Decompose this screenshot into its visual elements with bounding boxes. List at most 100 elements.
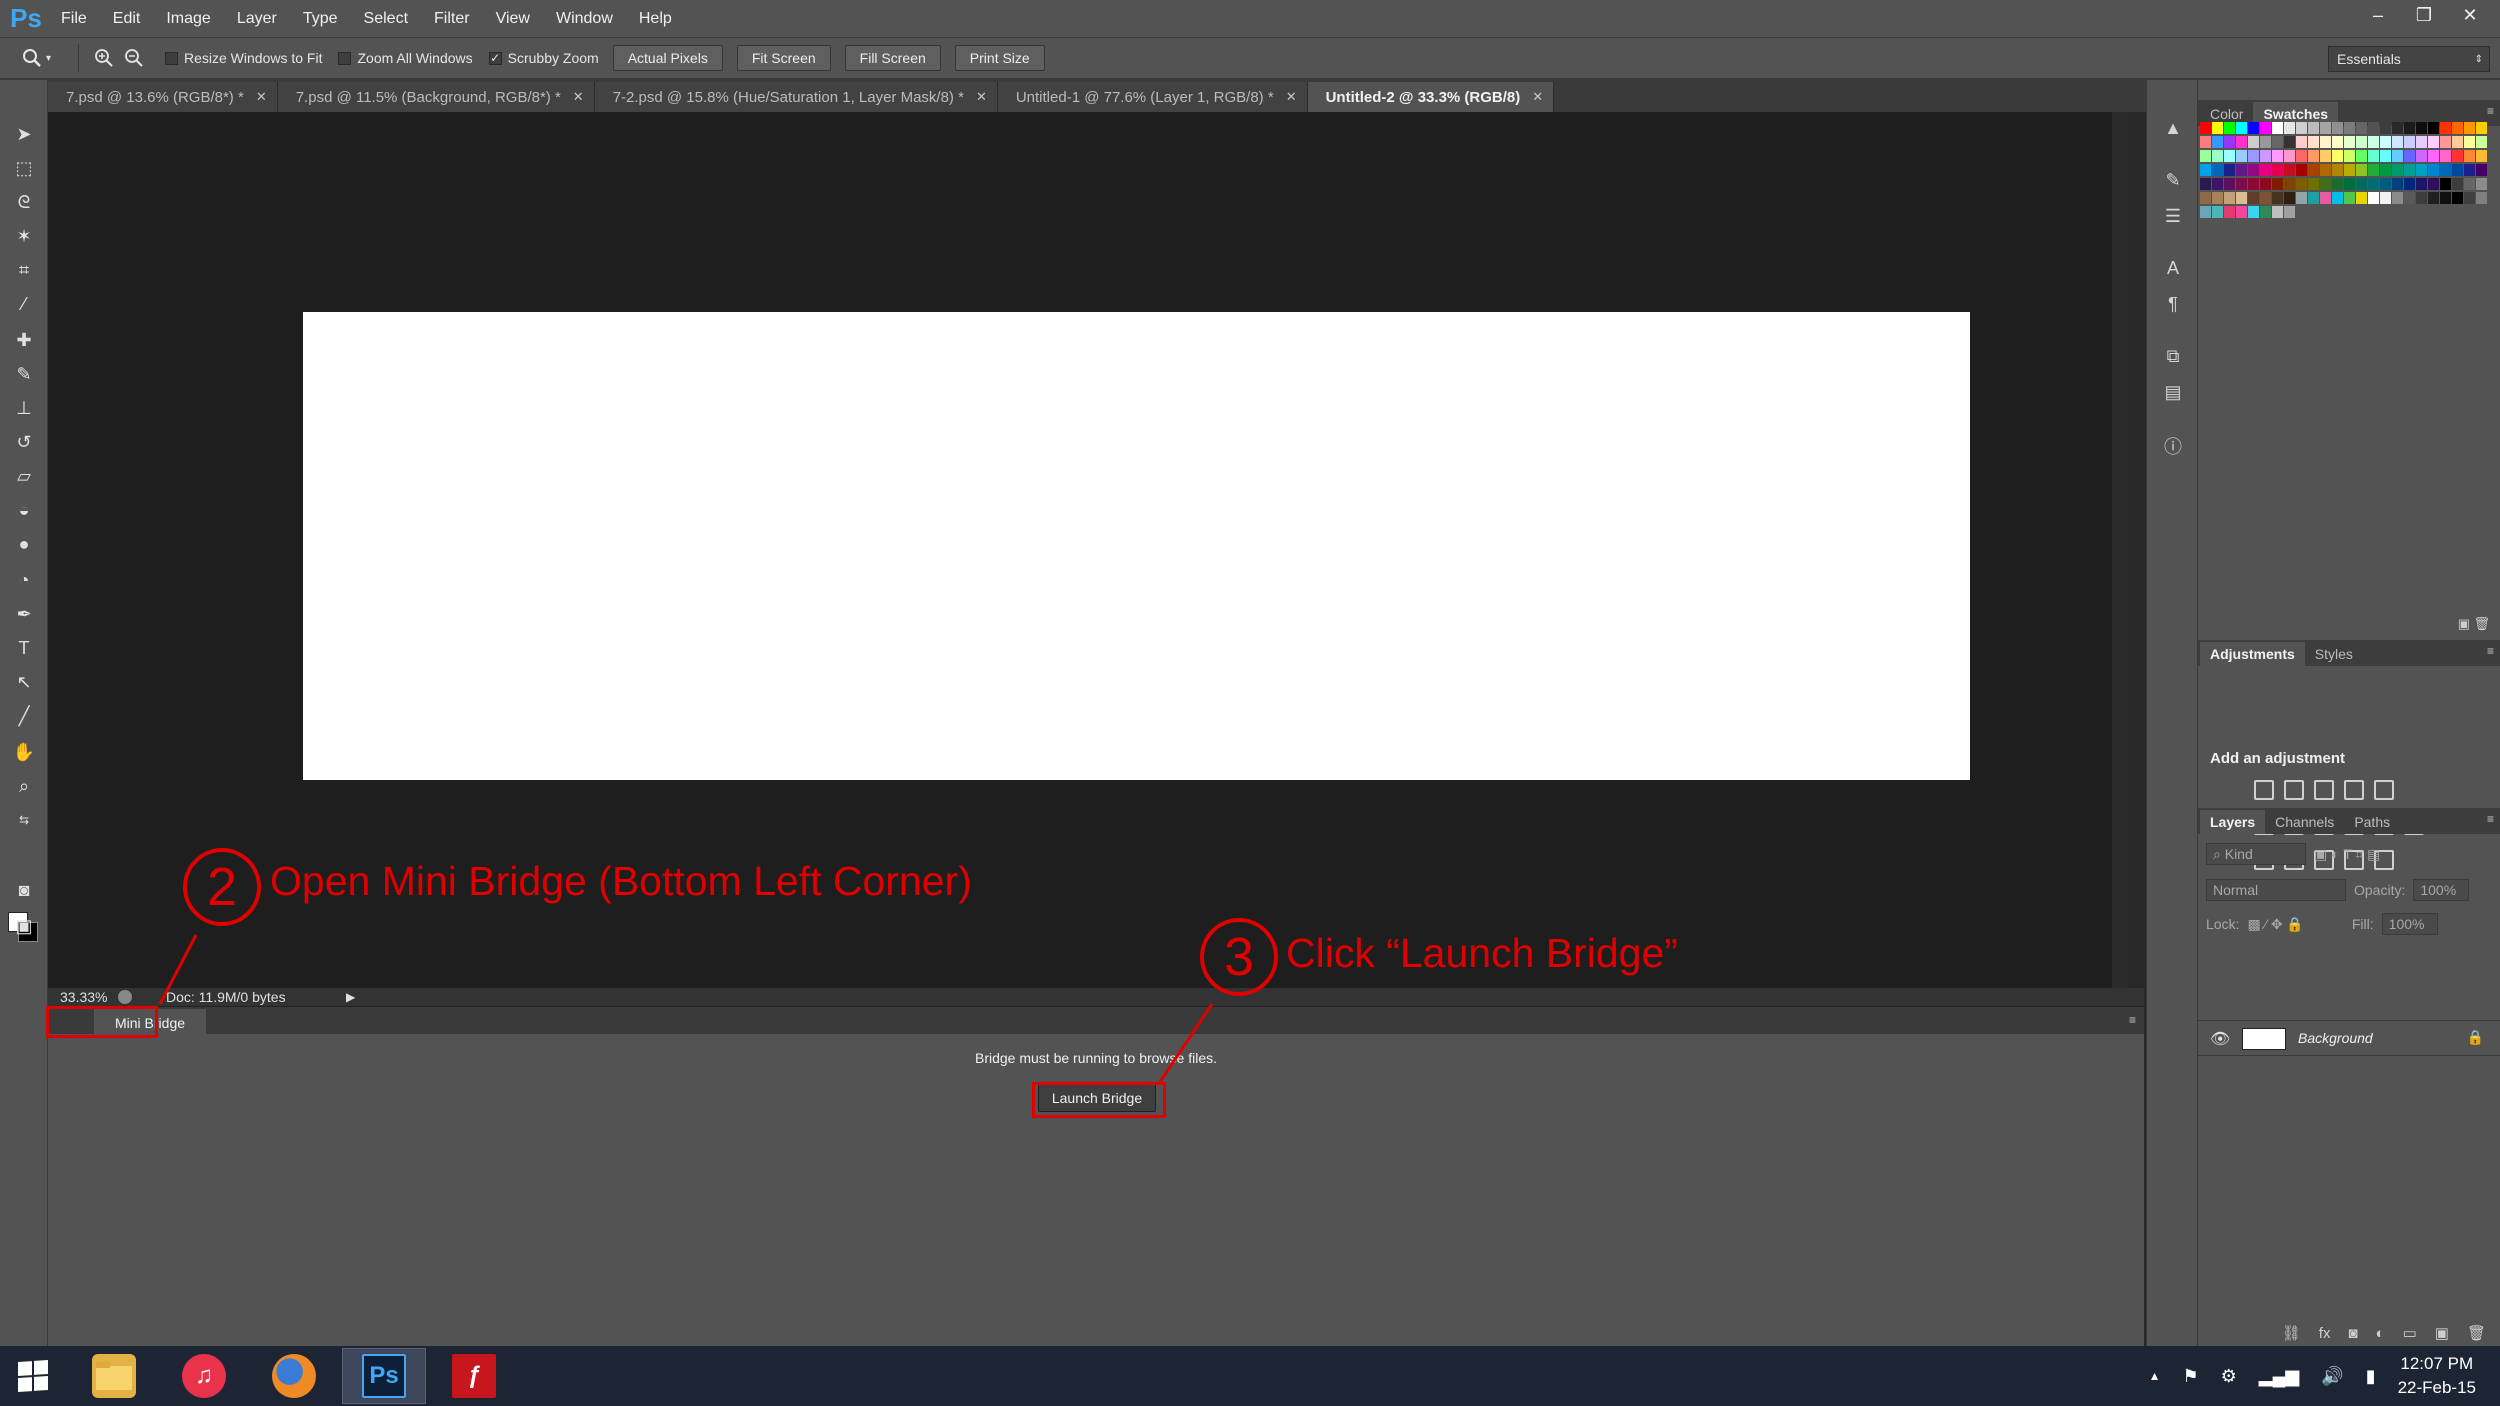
swatch-chip[interactable]: [2476, 164, 2487, 176]
swatch-chip[interactable]: [2344, 164, 2355, 176]
swatch-chip[interactable]: [2356, 164, 2367, 176]
swatch-chip[interactable]: [2368, 178, 2379, 190]
swatch-chip[interactable]: [2320, 164, 2331, 176]
exposure-icon[interactable]: [2344, 780, 2364, 800]
swatch-chip[interactable]: [2380, 136, 2391, 148]
swatch-chip[interactable]: [2320, 150, 2331, 162]
swatch-chip[interactable]: [2380, 150, 2391, 162]
swatch-chip[interactable]: [2464, 150, 2475, 162]
swatch-chip[interactable]: [2284, 192, 2295, 204]
swatch-chip[interactable]: [2332, 122, 2343, 134]
new-layer-icon[interactable]: ▣: [2435, 1324, 2449, 1342]
swatch-chip[interactable]: [2236, 178, 2247, 190]
brush-settings-icon[interactable]: ☰: [2161, 204, 2185, 228]
tab-styles[interactable]: Styles: [2305, 642, 2363, 666]
swatch-chip[interactable]: [2452, 192, 2463, 204]
filter-icons[interactable]: ▣ ◐ T ⌗ ▤: [2314, 846, 2380, 863]
trash-icon[interactable]: 🗑: [2467, 1324, 2486, 1342]
swatch-chip[interactable]: [2380, 178, 2391, 190]
swatch-chip[interactable]: [2440, 150, 2451, 162]
swatch-chip[interactable]: [2440, 192, 2451, 204]
swatch-chip[interactable]: [2344, 136, 2355, 148]
swatch-chip[interactable]: [2368, 164, 2379, 176]
histogram-icon[interactable]: ▲: [2161, 116, 2185, 140]
swatch-chip[interactable]: [2212, 178, 2223, 190]
swatch-chip[interactable]: [2236, 136, 2247, 148]
swatch-chip[interactable]: [2296, 164, 2307, 176]
swatch-chip[interactable]: [2344, 150, 2355, 162]
swatch-chip[interactable]: [2368, 192, 2379, 204]
link-layers-icon[interactable]: ⛓: [2282, 1324, 2301, 1342]
swatch-chip[interactable]: [2260, 136, 2271, 148]
swatch-chip[interactable]: [2296, 122, 2307, 134]
paragraph-icon[interactable]: ¶: [2161, 292, 2185, 316]
swatch-chip[interactable]: [2380, 122, 2391, 134]
swatch-chip[interactable]: [2308, 178, 2319, 190]
swatch-chip[interactable]: [2200, 122, 2211, 134]
volume-icon[interactable]: 🔊: [2321, 1366, 2343, 1387]
info-icon[interactable]: ⓘ: [2161, 434, 2185, 458]
swatch-chip[interactable]: [2440, 122, 2451, 134]
vibrance-icon[interactable]: [2374, 780, 2394, 800]
swatch-chip[interactable]: [2392, 150, 2403, 162]
opacity-input[interactable]: 100%: [2413, 879, 2470, 901]
add-mask-icon[interactable]: ◙: [2348, 1325, 2357, 1342]
swatch-chip[interactable]: [2236, 122, 2247, 134]
character-icon[interactable]: A: [2161, 256, 2185, 280]
swatch-chip[interactable]: [2284, 206, 2295, 218]
swatch-chip[interactable]: [2380, 164, 2391, 176]
layer-style-icon[interactable]: fx: [2319, 1325, 2331, 1342]
levels-icon[interactable]: [2284, 780, 2304, 800]
swatch-chip[interactable]: [2476, 192, 2487, 204]
swatch-chip[interactable]: [2452, 150, 2463, 162]
clock[interactable]: 12:07 PM 22-Feb-15: [2398, 1352, 2476, 1400]
swatch-chip[interactable]: [2428, 192, 2439, 204]
swatch-chip[interactable]: [2332, 136, 2343, 148]
swatch-chip[interactable]: [2416, 136, 2427, 148]
swatch-chip[interactable]: [2224, 122, 2235, 134]
swatch-chip[interactable]: [2464, 178, 2475, 190]
swatch-chip[interactable]: [2416, 150, 2427, 162]
swatch-chip[interactable]: [2344, 122, 2355, 134]
swatch-chip[interactable]: [2224, 178, 2235, 190]
swatch-chip[interactable]: [2212, 136, 2223, 148]
swatch-chip[interactable]: [2272, 122, 2283, 134]
swatch-chip[interactable]: [2368, 150, 2379, 162]
swatch-chip[interactable]: [2404, 164, 2415, 176]
swatch-chip[interactable]: [2320, 136, 2331, 148]
swatch-chip[interactable]: [2404, 136, 2415, 148]
swatch-chip[interactable]: [2404, 178, 2415, 190]
swatch-chip[interactable]: [2200, 150, 2211, 162]
swatch-chip[interactable]: [2332, 164, 2343, 176]
swatch-chip[interactable]: [2452, 164, 2463, 176]
swatch-chip[interactable]: [2248, 150, 2259, 162]
lock-icons[interactable]: ▩ ⁄ ✥ 🔒: [2247, 916, 2303, 933]
swatch-chip[interactable]: [2320, 192, 2331, 204]
swatch-chip[interactable]: [2308, 164, 2319, 176]
swatch-chip[interactable]: [2452, 122, 2463, 134]
swatch-chip[interactable]: [2368, 136, 2379, 148]
swatch-chip[interactable]: [2260, 164, 2271, 176]
panel-menu-icon[interactable]: ≡: [2487, 812, 2494, 826]
tab-adjustments[interactable]: Adjustments: [2200, 642, 2305, 666]
swatch-chip[interactable]: [2224, 136, 2235, 148]
swatch-chip[interactable]: [2440, 136, 2451, 148]
swatch-chip[interactable]: [2476, 122, 2487, 134]
swatch-chip[interactable]: [2212, 122, 2223, 134]
taskbar-photoshop[interactable]: Ps: [342, 1348, 426, 1404]
fill-input[interactable]: 100%: [2381, 913, 2438, 935]
show-hidden-icons-icon[interactable]: ▲: [2149, 1369, 2161, 1383]
swatch-chip[interactable]: [2428, 122, 2439, 134]
swatch-chip[interactable]: [2260, 178, 2271, 190]
swatch-chip[interactable]: [2392, 136, 2403, 148]
swatch-chip[interactable]: [2224, 206, 2235, 218]
swatch-chip[interactable]: [2248, 122, 2259, 134]
swatch-chip[interactable]: [2416, 164, 2427, 176]
swatch-chip[interactable]: [2200, 164, 2211, 176]
swatch-chip[interactable]: [2248, 136, 2259, 148]
swatch-chip[interactable]: [2284, 150, 2295, 162]
swatch-chip[interactable]: [2200, 178, 2211, 190]
swatch-chip[interactable]: [2272, 206, 2283, 218]
swatch-chip[interactable]: [2464, 136, 2475, 148]
swatch-chip[interactable]: [2236, 206, 2247, 218]
